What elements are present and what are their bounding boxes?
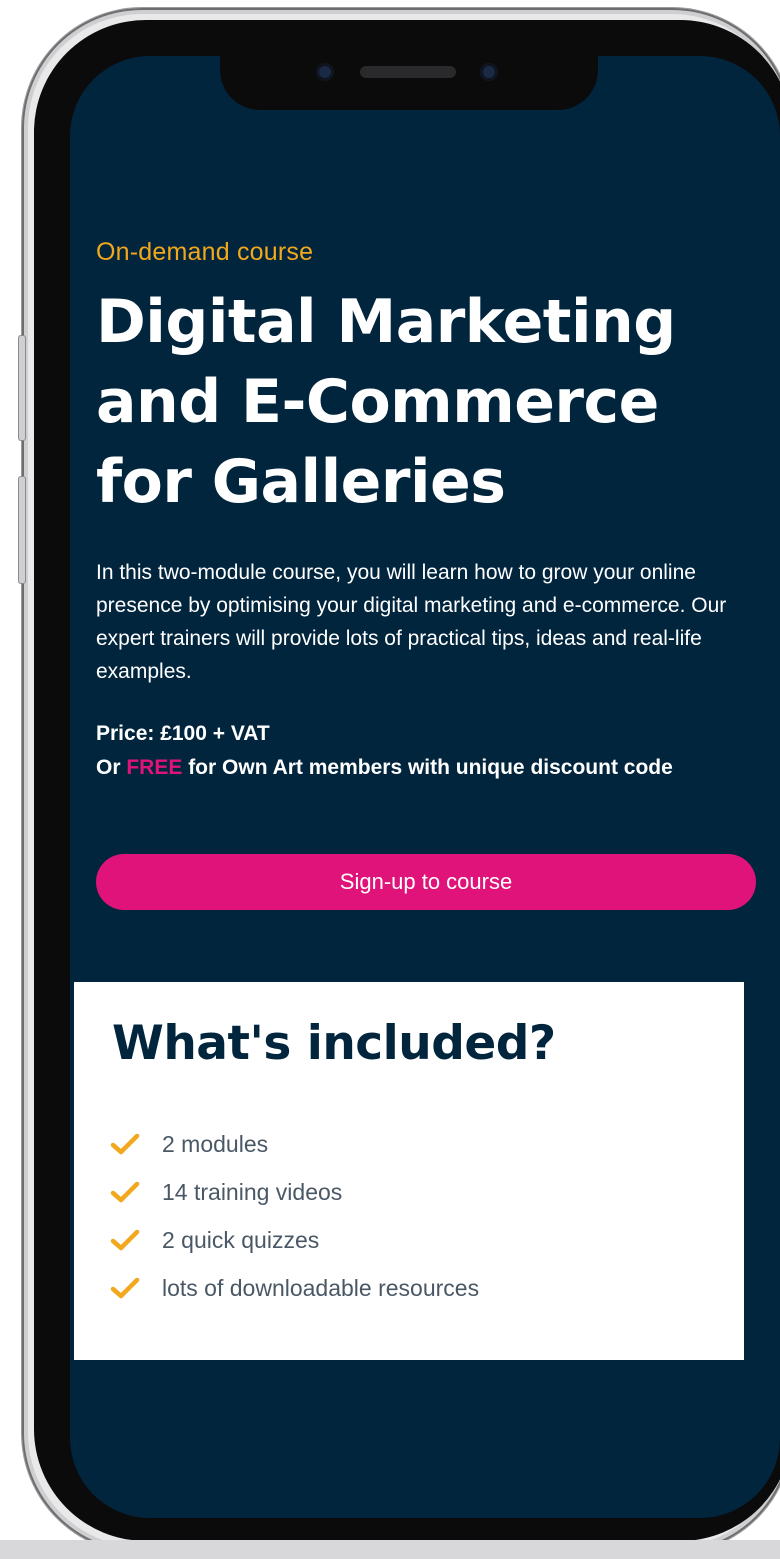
whats-included-section: What's included? 2 modules 14 training v… [74, 982, 744, 1360]
checkmark-icon [110, 1181, 140, 1203]
checkmark-icon [110, 1277, 140, 1299]
checkmark-icon [110, 1229, 140, 1251]
sensor-icon [480, 63, 498, 81]
offer-suffix: for Own Art members with unique discount… [182, 756, 673, 779]
phone-side-button-volume-up [18, 335, 26, 441]
phone-side-button-volume-down [18, 476, 26, 584]
course-kicker: On-demand course [96, 238, 314, 266]
list-item: lots of downloadable resources [110, 1264, 479, 1312]
course-price: Price: £100 + VAT [96, 722, 270, 745]
checkmark-icon [110, 1133, 140, 1155]
phone-notch [220, 48, 598, 110]
speaker-grille [360, 66, 456, 78]
included-list: 2 modules 14 training videos 2 quick qui… [110, 1120, 479, 1312]
course-description: In this two-module course, you will lear… [96, 561, 727, 683]
offer-free-highlight: FREE [126, 756, 183, 779]
included-item-label: lots of downloadable resources [162, 1274, 480, 1301]
list-item: 14 training videos [110, 1168, 479, 1216]
front-camera-icon [316, 63, 334, 81]
course-title: Digital Marketing and E-Commerce for Gal… [96, 287, 676, 517]
whats-included-heading: What's included? [112, 1016, 556, 1071]
page-bottom-edge [0, 1540, 780, 1559]
list-item: 2 modules [110, 1120, 479, 1168]
included-item-label: 2 quick quizzes [162, 1226, 320, 1253]
offer-prefix: Or [96, 756, 127, 779]
included-item-label: 2 modules [162, 1130, 269, 1157]
included-item-label: 14 training videos [162, 1178, 343, 1205]
list-item: 2 quick quizzes [110, 1216, 479, 1264]
signup-button[interactable]: Sign-up to course [96, 854, 756, 910]
member-offer: Or FREE for Own Art members with unique … [96, 756, 780, 780]
